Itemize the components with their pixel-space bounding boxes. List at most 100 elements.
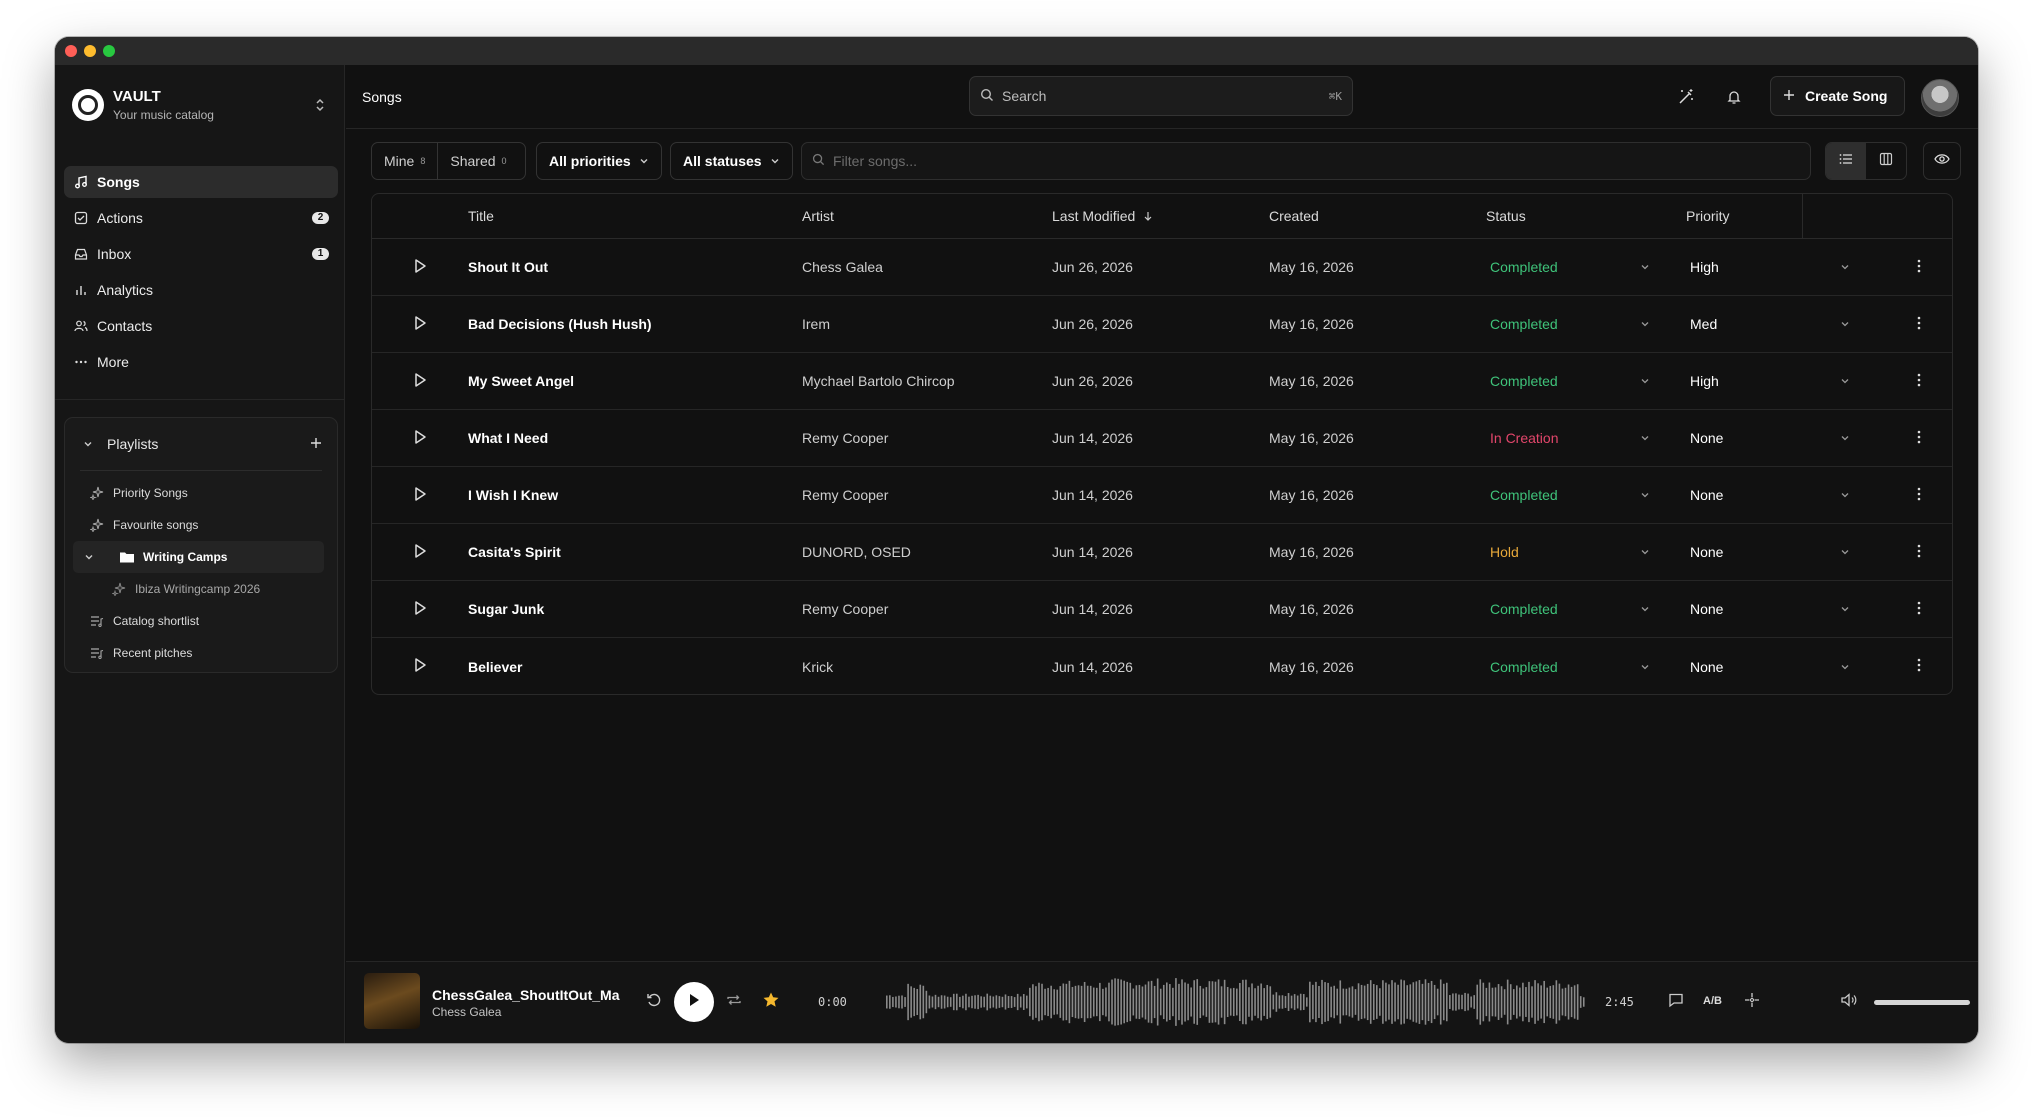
status-select[interactable]: Hold (1486, 544, 1686, 560)
column-header-last-modified[interactable]: Last Modified (1052, 208, 1269, 224)
playlist-item-priority-songs[interactable]: Priority Songs (65, 477, 337, 509)
chevron-down-icon[interactable] (81, 549, 97, 565)
table-row[interactable]: Casita's Spirit DUNORD, OSED Jun 14, 2026 M… (372, 524, 1952, 581)
add-playlist-button[interactable] (309, 436, 323, 453)
volume-button[interactable] (1839, 992, 1859, 1012)
status-select[interactable]: Completed (1486, 316, 1686, 332)
priority-select[interactable]: None (1686, 430, 1886, 446)
row-play-button[interactable] (372, 258, 468, 277)
ab-compare-button[interactable]: A/B (1703, 995, 1722, 1007)
song-title[interactable]: Sugar Junk (468, 601, 802, 617)
current-time: 0:00 (818, 995, 847, 1009)
user-avatar[interactable] (1921, 79, 1959, 117)
waveform-bar (1339, 980, 1342, 1024)
table-row[interactable]: I Wish I Knew Remy Cooper Jun 14, 2026 May … (372, 467, 1952, 524)
song-title[interactable]: Bad Decisions (Hush Hush) (468, 316, 802, 332)
song-title[interactable]: Believer (468, 659, 802, 675)
repeat-button[interactable] (724, 992, 744, 1012)
search-input[interactable]: Search ⌘K (969, 76, 1353, 116)
playlist-folder-writing-camps[interactable]: Writing Camps (73, 541, 324, 573)
priority-select[interactable]: High (1686, 259, 1886, 275)
row-more-button[interactable] (1886, 601, 1952, 618)
row-play-button[interactable] (372, 315, 468, 334)
status-select[interactable]: Completed (1486, 259, 1686, 275)
row-play-button[interactable] (372, 657, 468, 676)
row-play-button[interactable] (372, 543, 468, 562)
playlist-item-favourite-songs[interactable]: Favourite songs (65, 509, 337, 541)
column-header-priority[interactable]: Priority (1686, 208, 1886, 224)
table-row[interactable]: My Sweet Angel Mychael Bartolo Chircop Jun… (372, 353, 1952, 410)
playlists-header[interactable]: Playlists (65, 418, 337, 470)
waveform-scrubber[interactable] (886, 978, 1586, 1026)
nav-item-more[interactable]: More (64, 346, 338, 378)
nav-item-analytics[interactable]: Analytics (64, 274, 338, 306)
row-play-button[interactable] (372, 486, 468, 505)
bell-icon[interactable] (1724, 87, 1744, 107)
row-play-button[interactable] (372, 600, 468, 619)
column-header-created[interactable]: Created (1269, 208, 1486, 224)
chevron-up-down-icon[interactable] (313, 96, 327, 114)
song-title[interactable]: What I Need (468, 430, 802, 446)
status-select[interactable]: Completed (1486, 659, 1686, 675)
song-title[interactable]: I Wish I Knew (468, 487, 802, 503)
priorities-dropdown[interactable]: All priorities (536, 142, 662, 180)
nav-item-inbox[interactable]: Inbox 1 (64, 238, 338, 270)
priority-select[interactable]: Med (1686, 316, 1886, 332)
close-window-button[interactable] (65, 45, 77, 57)
nav-item-contacts[interactable]: Contacts (64, 310, 338, 342)
filter-songs-input[interactable]: Filter songs... (801, 142, 1811, 180)
statuses-dropdown[interactable]: All statuses (670, 142, 793, 180)
playlist-item-ibiza-writingcamp[interactable]: Ibiza Writingcamp 2026 (65, 573, 337, 605)
playlist-item-recent-pitches[interactable]: Recent pitches (65, 637, 337, 669)
play-button[interactable] (674, 982, 714, 1022)
row-more-button[interactable] (1886, 487, 1952, 504)
status-select[interactable]: Completed (1486, 373, 1686, 389)
table-row[interactable]: Sugar Junk Remy Cooper Jun 14, 2026 May 16,… (372, 581, 1952, 638)
comments-button[interactable] (1666, 992, 1686, 1012)
chevron-down-icon[interactable] (83, 436, 93, 452)
minimize-window-button[interactable] (84, 45, 96, 57)
priority-select[interactable]: None (1686, 659, 1886, 675)
nav-item-songs[interactable]: Songs (64, 166, 338, 198)
priority-select[interactable]: None (1686, 544, 1886, 560)
status-select[interactable]: In Creation (1486, 430, 1686, 446)
playlist-item-catalog-shortlist[interactable]: Catalog shortlist (65, 605, 337, 637)
favorite-button[interactable] (761, 992, 781, 1012)
maximize-window-button[interactable] (103, 45, 115, 57)
column-view-button[interactable] (1866, 143, 1906, 179)
row-more-button[interactable] (1886, 658, 1952, 675)
column-header-status[interactable]: Status (1486, 208, 1686, 224)
song-title[interactable]: Casita's Spirit (468, 544, 802, 560)
status-select[interactable]: Completed (1486, 487, 1686, 503)
column-header-artist[interactable]: Artist (802, 208, 1052, 224)
magic-wand-icon[interactable] (1676, 87, 1696, 107)
song-title[interactable]: My Sweet Angel (468, 373, 802, 389)
row-more-button[interactable] (1886, 259, 1952, 276)
table-row[interactable]: Believer Krick Jun 14, 2026 May 16, 2026 Com… (372, 638, 1952, 694)
row-more-button[interactable] (1886, 544, 1952, 561)
row-more-button[interactable] (1886, 430, 1952, 447)
priority-select[interactable]: None (1686, 601, 1886, 617)
segment-mine[interactable]: Mine 8 (372, 143, 437, 179)
row-play-button[interactable] (372, 429, 468, 448)
segment-shared[interactable]: Shared 0 (437, 143, 518, 179)
table-row[interactable]: What I Need Remy Cooper Jun 14, 2026 May 16… (372, 410, 1952, 467)
nav-item-actions[interactable]: Actions 2 (64, 202, 338, 234)
status-select[interactable]: Completed (1486, 601, 1686, 617)
visibility-button[interactable] (1923, 142, 1961, 180)
priority-select[interactable]: None (1686, 487, 1886, 503)
song-title[interactable]: Shout It Out (468, 259, 802, 275)
row-more-button[interactable] (1886, 316, 1952, 333)
workspace-switcher[interactable]: VAULT Your music catalog (72, 81, 327, 129)
table-row[interactable]: Bad Decisions (Hush Hush) Irem Jun 26, 202… (372, 296, 1952, 353)
restart-button[interactable] (644, 992, 664, 1012)
column-header-title[interactable]: Title (468, 208, 802, 224)
list-view-button[interactable] (1826, 143, 1866, 179)
priority-select[interactable]: High (1686, 373, 1886, 389)
volume-slider[interactable] (1874, 1000, 1970, 1005)
table-row[interactable]: Shout It Out Chess Galea Jun 26, 2026 May 1… (372, 239, 1952, 296)
row-play-button[interactable] (372, 372, 468, 391)
row-more-button[interactable] (1886, 373, 1952, 390)
create-song-button[interactable]: Create Song (1770, 76, 1905, 116)
focus-button[interactable] (1742, 992, 1762, 1012)
